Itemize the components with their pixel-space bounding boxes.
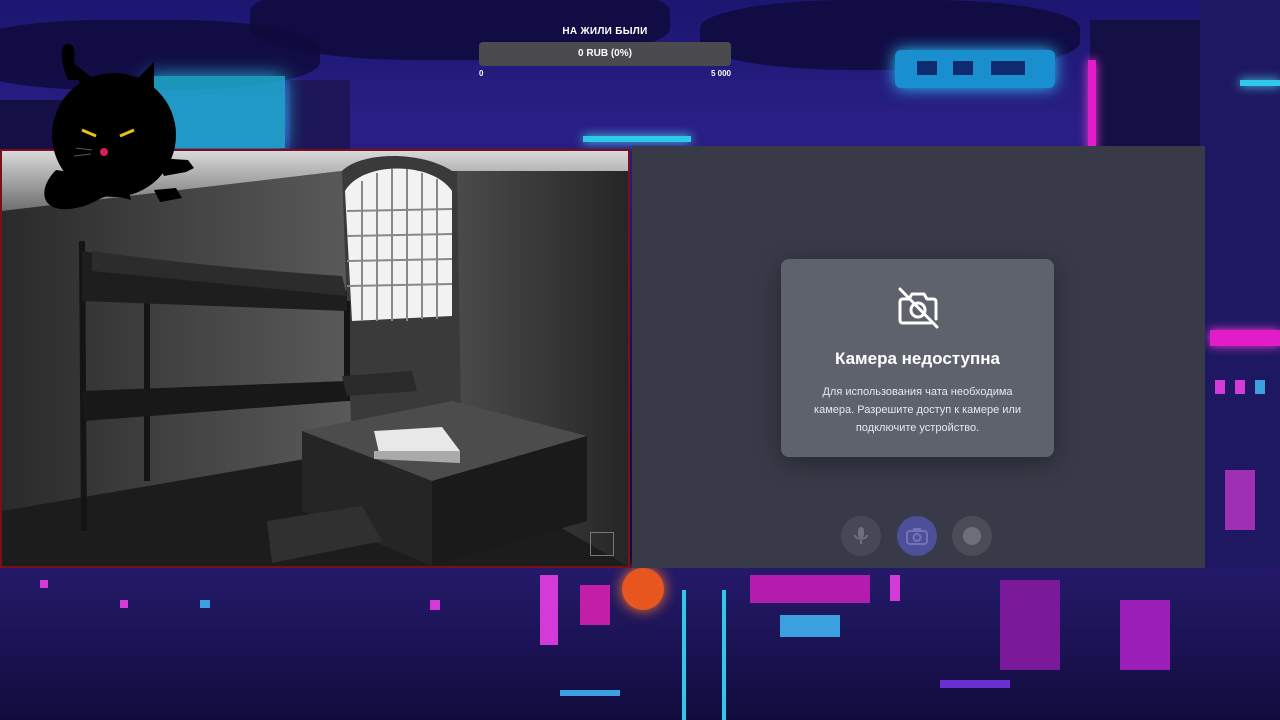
self-camera-panel: Камера недоступна Для использования чата…: [632, 146, 1205, 568]
neon-sign-right: [895, 50, 1055, 88]
donation-goal: НА ЖИЛИ БЫЛИ 0 RUB (0%) 0 5 000: [479, 26, 731, 78]
goal-progress-bar: 0 RUB (0%): [479, 42, 731, 66]
camera-off-icon: [898, 287, 939, 329]
record-icon: [963, 527, 981, 545]
goal-max-label: 5 000: [710, 69, 731, 78]
goal-title: НА ЖИЛИ БЫЛИ: [562, 26, 648, 37]
microphone-button[interactable]: [841, 516, 881, 556]
microphone-icon: [854, 527, 868, 544]
record-button[interactable]: [952, 516, 992, 556]
camera-toggle-button[interactable]: [897, 516, 937, 556]
camera-unavailable-message: Для использования чата необходима камера…: [814, 386, 1021, 434]
camera-unavailable-title: Камера недоступна: [835, 349, 1000, 368]
black-cat-mascot: [44, 43, 194, 210]
camera-icon: [906, 528, 928, 545]
camera-unavailable-card: Камера недоступна Для использования чата…: [781, 259, 1054, 457]
watermark-logo: [590, 532, 614, 556]
goal-scale: 0 5 000: [479, 69, 731, 78]
goal-min-label: 0: [479, 69, 484, 78]
goal-amount-label: 0 RUB (0%): [578, 48, 632, 59]
